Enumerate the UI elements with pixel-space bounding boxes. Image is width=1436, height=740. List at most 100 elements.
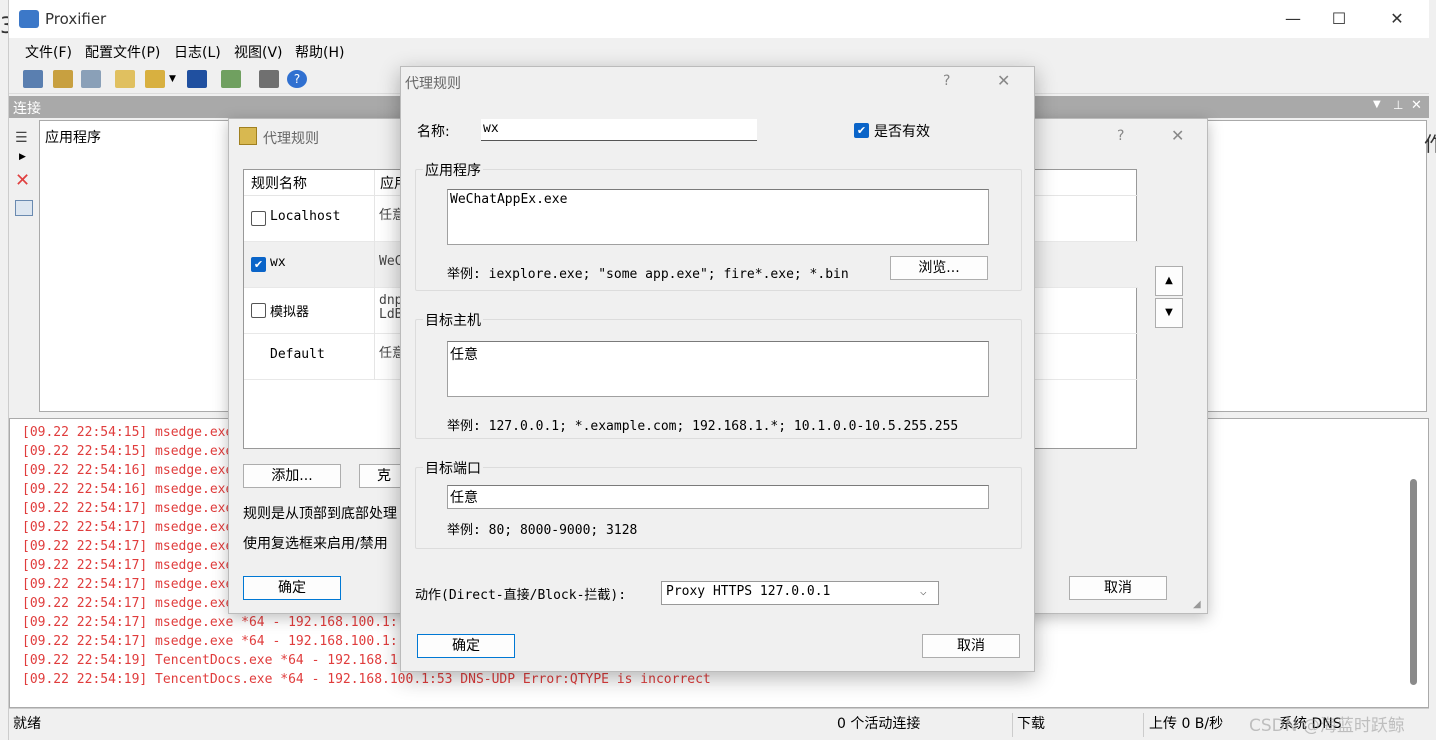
log-line: [09.22 22:54:17] msedge.exe [22, 596, 234, 611]
edit-dialog-help-button[interactable]: ? [943, 73, 950, 89]
close-button[interactable]: ✕ [1375, 6, 1419, 32]
enabled-checkbox[interactable]: ✔ [854, 123, 869, 138]
column-header-rule-name[interactable]: 规则名称 [251, 173, 307, 193]
column-divider [374, 170, 375, 196]
rule-name-input[interactable]: wx [481, 119, 757, 141]
open-profile-icon[interactable] [145, 70, 165, 88]
applications-hint: 举例: iexplore.exe; "some app.exe"; fire*.… [447, 267, 849, 282]
menu-file[interactable]: 文件(F) [25, 42, 72, 62]
column-divider [374, 242, 375, 288]
rules-ok-button[interactable]: 确定 [243, 576, 341, 600]
status-divider [1012, 713, 1013, 737]
menu-profile[interactable]: 配置文件(P) [85, 42, 160, 62]
edit-dialog-title: 代理规则 [405, 76, 461, 92]
applications-group-label: 应用程序 [423, 160, 483, 180]
list-view-icon[interactable]: ☰ [15, 130, 28, 146]
chevron-down-icon: ⌵ [920, 585, 927, 598]
maximize-button[interactable]: ☐ [1317, 6, 1361, 32]
new-profile-icon[interactable] [23, 70, 43, 88]
enabled-label: 是否有效 [874, 124, 930, 140]
target-ports-hint: 举例: 80; 8000-9000; 3128 [447, 523, 638, 538]
rule-enabled-checkbox[interactable]: ✔ [251, 257, 266, 272]
pane-close-icon[interactable]: ✕ [1411, 98, 1422, 113]
proxifier-app-icon [19, 10, 39, 28]
move-down-button[interactable]: ▼ [1155, 298, 1183, 328]
status-bar: 就绪 0 个活动连接 下载 上传 0 B/秒 系统 DNS CSDN @海蓝时跃… [9, 708, 1429, 740]
target-hosts-input[interactable]: 任意 [447, 341, 989, 397]
rules-note-order: 规则是从顶部到底部处理 [243, 506, 397, 522]
rule-application: dnp LdB [379, 293, 403, 322]
edit-rule-dialog: 代理规则 ? ✕ 名称: wx ✔ 是否有效 应用程序 WeChatAppEx.… [400, 66, 1035, 672]
menu-log[interactable]: 日志(L) [174, 42, 221, 62]
rule-name: Default [270, 347, 325, 362]
rules-icon[interactable] [115, 70, 135, 88]
arrow-right-icon[interactable]: ▶ [19, 152, 26, 162]
rules-dialog-help-button[interactable]: ? [1117, 128, 1124, 144]
window-remove-icon[interactable] [15, 200, 33, 216]
connections-title: 连接 [13, 101, 41, 117]
status-upload: 上传 0 B/秒 [1149, 716, 1224, 732]
proxy-servers-icon[interactable] [81, 70, 101, 88]
edit-dialog-close-button[interactable]: ✕ [997, 71, 1010, 90]
action-select-value: Proxy HTTPS 127.0.0.1 [666, 584, 831, 599]
add-rule-button[interactable]: 添加... [243, 464, 341, 488]
rule-application: WeC [379, 254, 403, 269]
rule-name: Localhost [270, 209, 341, 224]
window-title: Proxifier [45, 10, 107, 28]
column-divider [374, 334, 375, 380]
column-header-application[interactable]: 应用程序 [45, 127, 101, 147]
log-line: [09.22 22:54:19] TencentDocs.exe *64 - 1… [22, 672, 711, 687]
help-icon[interactable]: ? [287, 70, 307, 88]
open-log-icon[interactable] [53, 70, 73, 88]
edit-cancel-button[interactable]: 取消 [922, 634, 1020, 658]
log-line: [09.22 22:54:19] TencentDocs.exe *64 - 1… [22, 653, 398, 668]
rule-enabled-checkbox[interactable] [251, 211, 266, 226]
rules-note-checkbox: 使用复选框来启用/禁用 [243, 536, 388, 552]
log-line: [09.22 22:54:16] msedge.exe [22, 463, 234, 478]
name-label: 名称: [417, 124, 450, 140]
resize-grip-icon[interactable]: ◢ [1193, 599, 1201, 610]
rules-cancel-button[interactable]: 取消 [1069, 576, 1167, 600]
applications-input[interactable]: WeChatAppEx.exe [447, 189, 989, 245]
action-select[interactable]: Proxy HTTPS 127.0.0.1 ⌵ [661, 581, 939, 605]
title-bar: Proxifier — ☐ ✕ [9, 0, 1429, 38]
log-line: [09.22 22:54:17] msedge.exe [22, 501, 234, 516]
pin-icon[interactable]: ⊥ [1393, 98, 1403, 112]
log-line: [09.22 22:54:17] msedge.exe [22, 539, 234, 554]
log-line: [09.22 22:54:17] msedge.exe [22, 520, 234, 535]
log-line: [09.22 22:54:17] msedge.exe [22, 577, 234, 592]
pane-menu-icon[interactable]: ▼ [1373, 99, 1381, 110]
chevron-down-icon[interactable]: ▼ [169, 74, 176, 84]
status-download: 下载 [1017, 716, 1045, 732]
log-line: [09.22 22:54:15] msedge.exe [22, 425, 234, 440]
browse-button[interactable]: 浏览... [890, 256, 988, 280]
save-icon[interactable] [187, 70, 207, 88]
status-ready: 就绪 [13, 716, 41, 732]
minimize-button[interactable]: — [1271, 6, 1315, 32]
rules-dialog-close-button[interactable]: ✕ [1171, 126, 1184, 145]
print-icon[interactable] [259, 70, 279, 88]
log-line: [09.22 22:54:17] msedge.exe *64 - 192.16… [22, 634, 398, 649]
rules-dialog-icon [239, 127, 257, 145]
rules-dialog-title: 代理规则 [263, 131, 319, 147]
delete-icon[interactable]: ✕ [15, 170, 30, 191]
log-line: [09.22 22:54:16] msedge.exe [22, 482, 234, 497]
action-label: 动作(Direct-直接/Block-拦截): [415, 588, 627, 603]
menu-view[interactable]: 视图(V) [234, 42, 283, 62]
status-active-connections: 0 个活动连接 [837, 716, 921, 732]
menu-help[interactable]: 帮助(H) [295, 42, 344, 62]
edit-ok-button[interactable]: 确定 [417, 634, 515, 658]
name-resolution-icon[interactable] [221, 70, 241, 88]
rule-enabled-checkbox[interactable] [251, 303, 266, 318]
target-hosts-group-label: 目标主机 [423, 310, 483, 330]
target-ports-input[interactable]: 任意 [447, 485, 989, 509]
log-line: [09.22 22:54:15] msedge.exe [22, 444, 234, 459]
column-divider [374, 288, 375, 334]
watermark: CSDN @海蓝时跃鲸 [1249, 716, 1405, 736]
rule-name: 模拟器 [270, 305, 310, 320]
target-hosts-hint: 举例: 127.0.0.1; *.example.com; 192.168.1.… [447, 419, 959, 434]
background-window-edge: 作 [1424, 132, 1436, 156]
column-divider [374, 196, 375, 242]
move-up-button[interactable]: ▲ [1155, 266, 1183, 296]
log-scrollbar[interactable] [1410, 479, 1417, 685]
